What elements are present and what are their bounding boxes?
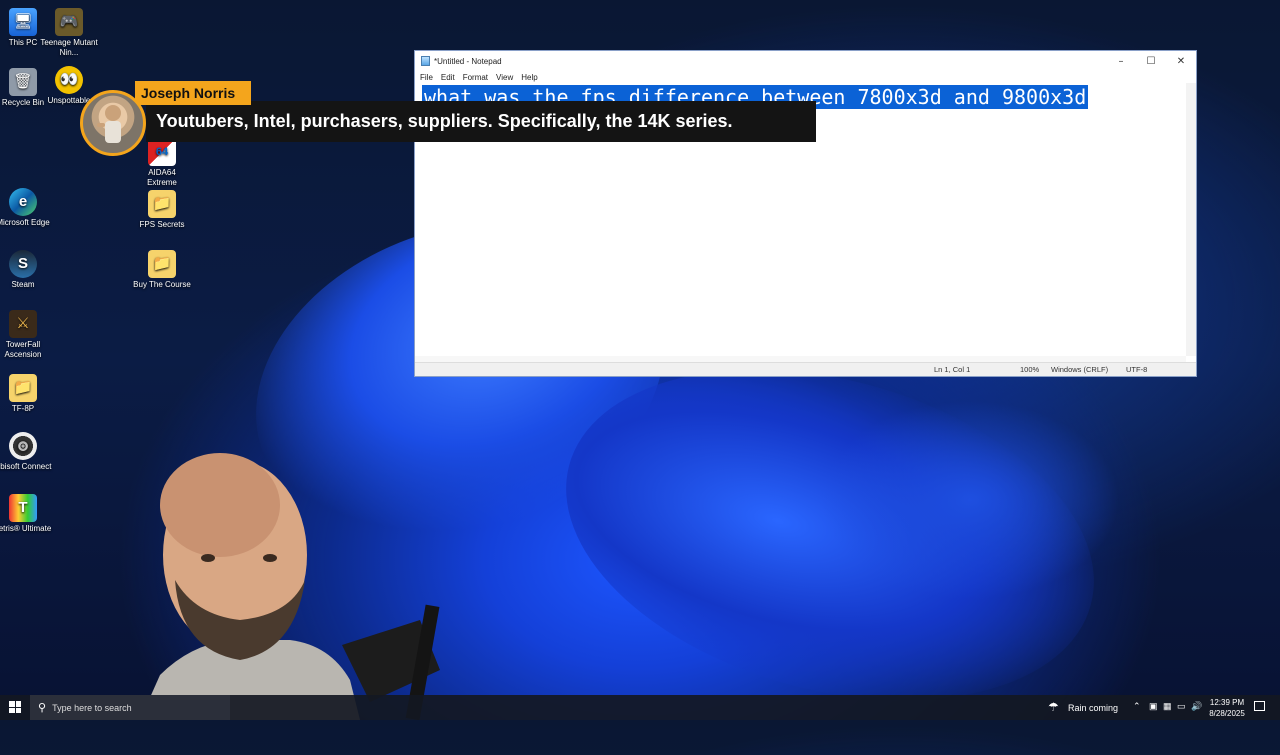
crossed-swords-icon: ⚔ <box>9 310 37 338</box>
aida64-icon: 64 <box>148 138 176 166</box>
notepad-window[interactable]: *Untitled - Notepad – ☐ ✕ File Edit Form… <box>414 50 1197 377</box>
window-title: *Untitled - Notepad <box>434 56 502 66</box>
search-input[interactable]: Type here to search <box>52 703 132 713</box>
recycle-bin-icon: 🗑 <box>9 68 37 96</box>
taskbar-search[interactable]: ⚲ Type here to search <box>30 695 230 720</box>
folder-icon: 📁 <box>148 250 176 278</box>
clock[interactable]: 12:39 PM 8/28/2025 <box>1206 697 1248 719</box>
desktop-icon-label: Microsoft Edge <box>0 218 50 227</box>
maximize-button[interactable]: ☐ <box>1136 51 1166 71</box>
desktop-icon-buy-the-course[interactable]: 📁 Buy The Course <box>133 250 191 290</box>
title-bar[interactable]: *Untitled - Notepad <box>415 51 1196 71</box>
tetris-icon: T <box>9 494 37 522</box>
folder-icon: 📁 <box>148 190 176 218</box>
start-button[interactable] <box>9 701 21 713</box>
tray-chevron-icon[interactable]: ⌃ <box>1133 701 1141 712</box>
clock-time: 12:39 PM <box>1209 698 1245 707</box>
desktop-icon-tetris[interactable]: T Tetris® Ultimate <box>0 494 52 534</box>
caption-bar: Youtubers, Intel, purchasers, suppliers.… <box>146 101 816 142</box>
cursor-position: Ln 1, Col 1 <box>934 365 971 374</box>
menu-help[interactable]: Help <box>521 73 537 82</box>
game-icon: 🎮 <box>55 8 83 36</box>
menu-file[interactable]: File <box>420 73 433 82</box>
tray-app-icon[interactable]: ▦ <box>1163 701 1172 712</box>
line-ending: Windows (CRLF) <box>1051 365 1109 374</box>
avatar-person-icon <box>97 105 121 143</box>
desktop-icon-label: Steam <box>11 280 35 289</box>
speaker-name: Joseph Norris <box>141 85 236 101</box>
eyes-icon: 👀 <box>55 66 83 94</box>
desktop-icon-label: Ubisoft Connect <box>0 462 52 471</box>
desktop-icon-aida64[interactable]: 64 AIDA64 Extreme <box>133 138 191 188</box>
desktop-icon-edge[interactable]: e Microsoft Edge <box>0 188 52 228</box>
desktop-icon-steam[interactable]: S Steam <box>0 250 52 290</box>
search-icon: ⚲ <box>38 702 47 714</box>
menu-view[interactable]: View <box>496 73 513 82</box>
volume-icon[interactable]: 🔊 <box>1191 701 1202 712</box>
taskbar: ⚲ Type here to search ☂ Rain coming ⌃ ▣ … <box>0 695 1280 720</box>
menu-bar: File Edit Format View Help <box>415 71 1196 83</box>
wallpaper-swirl <box>820 400 1120 600</box>
desktop-icon-label: Tetris® Ultimate <box>0 524 52 533</box>
desktop-icon-label: AIDA64 Extreme <box>147 168 177 187</box>
desktop-icon-label: FPS Secrets <box>139 220 185 229</box>
tray-display-icon[interactable]: ▭ <box>1177 701 1186 712</box>
caption-text: Youtubers, Intel, purchasers, suppliers.… <box>156 111 733 131</box>
encoding: UTF-8 <box>1126 365 1148 374</box>
steam-icon: S <box>9 250 37 278</box>
notifications-icon[interactable] <box>1254 701 1265 711</box>
desktop-icon-label: Buy The Course <box>133 280 191 289</box>
weather-icon: ☂ <box>1048 700 1059 714</box>
edge-icon: e <box>9 188 37 216</box>
zoom-level: 100% <box>1020 365 1040 374</box>
folder-icon: 📁 <box>9 374 37 402</box>
desktop-icon-tmnt[interactable]: 🎮 Teenage Mutant Nin... <box>40 8 98 58</box>
tray-network-icon[interactable]: ▣ <box>1149 701 1158 712</box>
menu-edit[interactable]: Edit <box>441 73 455 82</box>
desktop-icon-label: Teenage Mutant Nin... <box>40 38 98 57</box>
desktop-icon-ubisoft[interactable]: ◎ Ubisoft Connect <box>0 432 52 472</box>
computer-icon: 🖥 <box>9 8 37 36</box>
minimize-button[interactable]: – <box>1106 51 1136 71</box>
status-bar: Ln 1, Col 1 100% Windows (CRLF) UTF-8 <box>415 362 1196 376</box>
vertical-scrollbar[interactable] <box>1186 83 1196 356</box>
weather-text[interactable]: Rain coming <box>1068 703 1118 713</box>
desktop-icon-towerfall[interactable]: ⚔ TowerFall Ascension <box>0 310 52 360</box>
desktop-icon-tf-8p[interactable]: 📁 TF-8P <box>0 374 52 414</box>
desktop-icon-label: TowerFall Ascension <box>4 340 42 359</box>
desktop-icon-fps-secrets[interactable]: 📁 FPS Secrets <box>133 190 191 230</box>
speaker-name-tag: Joseph Norris <box>135 81 251 105</box>
menu-format[interactable]: Format <box>463 73 488 82</box>
ubisoft-icon: ◎ <box>9 432 37 460</box>
clock-date: 8/28/2025 <box>1209 709 1245 718</box>
close-button[interactable]: ✕ <box>1166 51 1196 71</box>
desktop-icon-label: TF-8P <box>11 404 35 413</box>
webcam-person <box>140 453 440 720</box>
notepad-icon <box>421 56 430 66</box>
avatar <box>80 90 146 156</box>
